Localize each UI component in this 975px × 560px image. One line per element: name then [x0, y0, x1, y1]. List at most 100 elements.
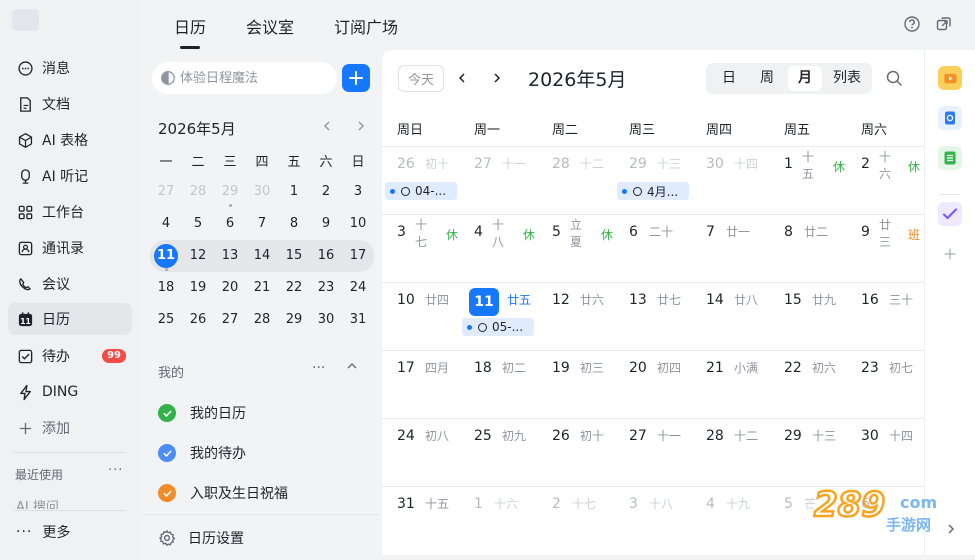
popout-window-icon[interactable]	[935, 15, 953, 33]
nav-item-meeting[interactable]: 会议	[8, 268, 132, 300]
add-event-button[interactable]	[342, 64, 370, 92]
mini-day[interactable]: 1	[278, 178, 310, 206]
nav-item-todo[interactable]: 待办 99	[8, 340, 132, 372]
search-box[interactable]	[152, 62, 337, 94]
nav-item-document[interactable]: 文档	[8, 88, 132, 120]
day-number[interactable]: 2	[552, 496, 561, 512]
mini-day[interactable]: 21	[246, 274, 278, 302]
mini-day[interactable]: 9	[310, 210, 342, 238]
mini-day[interactable]: 12	[182, 242, 214, 270]
search-input[interactable]	[180, 70, 330, 86]
mini-prev-month-button[interactable]	[317, 116, 337, 136]
mini-day[interactable]: 20	[214, 274, 246, 302]
day-number[interactable]: 2	[861, 156, 870, 172]
today-button[interactable]: 今天	[398, 65, 444, 92]
task-app-icon[interactable]	[938, 202, 962, 226]
day-number[interactable]: 27	[474, 156, 492, 172]
mini-day[interactable]: 19	[182, 274, 214, 302]
day-number[interactable]: 28	[552, 156, 570, 172]
search-icon[interactable]	[885, 69, 903, 87]
day-number[interactable]: 1	[784, 156, 793, 172]
day-number[interactable]: 7	[706, 224, 715, 240]
nav-item-workbench[interactable]: 工作台	[8, 196, 132, 228]
today-date[interactable]: 11	[469, 288, 499, 316]
event-chip[interactable]: 05-...	[462, 318, 534, 336]
day-number[interactable]: 30	[861, 428, 879, 444]
mini-day[interactable]: 30	[246, 178, 278, 206]
mini-day[interactable]: 2	[310, 178, 342, 206]
mini-day[interactable]: 23	[310, 274, 342, 302]
mini-day[interactable]: 27	[150, 178, 182, 206]
day-number[interactable]: 5	[552, 224, 561, 240]
mini-day[interactable]: 16	[310, 242, 342, 270]
day-number[interactable]: 24	[397, 428, 415, 444]
nav-item-contacts[interactable]: 通讯录	[8, 232, 132, 264]
day-number[interactable]: 25	[474, 428, 492, 444]
checkbox-checked-icon[interactable]	[158, 404, 176, 422]
day-number[interactable]: 26	[552, 428, 570, 444]
tab-calendar[interactable]: 日历	[174, 14, 206, 38]
day-number[interactable]: 3	[397, 224, 406, 240]
recent-item-partial[interactable]: AI 搜问	[16, 499, 59, 509]
day-number[interactable]: 19	[552, 360, 570, 376]
checkbox-checked-icon[interactable]	[158, 444, 176, 462]
my-calendars-more-button[interactable]: ···	[312, 360, 325, 376]
mini-day[interactable]: 6	[214, 210, 246, 238]
mini-day[interactable]: 28	[182, 178, 214, 206]
day-number[interactable]: 16	[861, 292, 879, 308]
mini-day[interactable]: 30	[310, 306, 342, 334]
view-month-option[interactable]: 月	[788, 66, 822, 91]
day-number[interactable]: 21	[706, 360, 724, 376]
mini-day[interactable]: 28	[246, 306, 278, 334]
day-number[interactable]: 22	[784, 360, 802, 376]
mini-day[interactable]: 29	[214, 178, 246, 207]
day-number[interactable]: 15	[784, 292, 802, 308]
day-number[interactable]: 9	[861, 224, 870, 240]
recent-more-button[interactable]: ···	[108, 463, 123, 478]
day-number[interactable]: 14	[706, 292, 724, 308]
mini-day[interactable]: 15	[278, 242, 310, 270]
day-number[interactable]: 13	[629, 292, 647, 308]
doc-app-icon[interactable]	[938, 106, 962, 130]
day-number[interactable]: 29	[784, 428, 802, 444]
tab-meeting-room[interactable]: 会议室	[246, 14, 294, 38]
day-number[interactable]: 10	[397, 292, 415, 308]
help-icon[interactable]	[903, 15, 921, 33]
mini-day[interactable]: 29	[278, 306, 310, 334]
nav-item-ding[interactable]: DING	[8, 376, 132, 408]
event-chip[interactable]: 4月...	[617, 182, 689, 200]
app-logo[interactable]	[12, 9, 39, 31]
nav-item-calendar[interactable]: 11 日历	[8, 303, 132, 335]
mini-day[interactable]: 8	[278, 210, 310, 238]
day-number[interactable]: 12	[552, 292, 570, 308]
add-app-icon[interactable]	[940, 244, 960, 264]
mini-day[interactable]: 24	[342, 274, 374, 302]
calendar-list-item[interactable]: 我的待办	[158, 441, 368, 465]
nav-item-ai-notes[interactable]: AI 听记	[8, 160, 132, 192]
event-chip[interactable]: 04-...	[385, 182, 457, 200]
day-number[interactable]: 23	[861, 360, 879, 376]
day-number[interactable]: 5	[784, 496, 793, 512]
day-number[interactable]: 6	[629, 224, 638, 240]
day-number[interactable]: 31	[397, 496, 415, 512]
calendar-list-item[interactable]: 入职及生日祝福	[158, 481, 368, 505]
mini-day[interactable]: 25	[150, 306, 182, 334]
day-number[interactable]: 4	[706, 496, 715, 512]
day-number[interactable]: 8	[784, 224, 793, 240]
mini-day[interactable]: 11	[150, 242, 182, 271]
day-number[interactable]: 4	[474, 224, 483, 240]
mini-day[interactable]: 10	[342, 210, 374, 238]
day-number[interactable]: 30	[706, 156, 724, 172]
mini-day[interactable]: 27	[214, 306, 246, 334]
mini-next-month-button[interactable]	[351, 116, 371, 136]
view-week-option[interactable]: 周	[750, 66, 784, 91]
day-number[interactable]: 28	[706, 428, 724, 444]
view-list-option[interactable]: 列表	[826, 66, 868, 91]
tab-subscription-square[interactable]: 订阅广场	[334, 14, 398, 38]
mini-day[interactable]: 26	[182, 306, 214, 334]
mini-day[interactable]: 14	[246, 242, 278, 270]
nav-item-add[interactable]: 添加	[8, 412, 132, 444]
day-number[interactable]: 1	[474, 496, 483, 512]
mini-day[interactable]: 4	[150, 210, 182, 238]
mini-day[interactable]: 17	[342, 242, 374, 270]
